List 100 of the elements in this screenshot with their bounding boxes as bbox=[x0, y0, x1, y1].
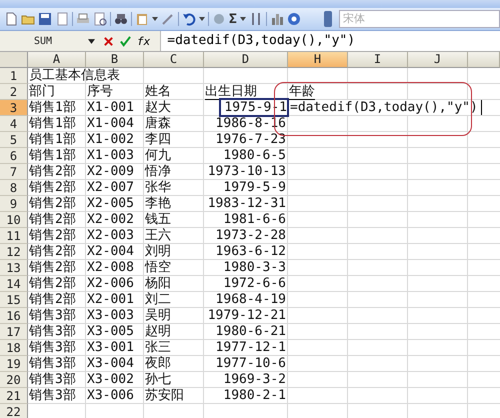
table-cell: X2-004 bbox=[87, 244, 134, 259]
table-cell: X3-006 bbox=[87, 388, 134, 403]
row-header[interactable]: 7 bbox=[0, 164, 28, 180]
row-header[interactable]: 13 bbox=[0, 260, 28, 276]
table-cell: 唐森 bbox=[145, 116, 171, 131]
table-cell: X3-003 bbox=[87, 308, 134, 323]
date-cell: 1977-12-1 bbox=[216, 340, 286, 355]
table-cell: 员工基本信息表 bbox=[29, 68, 120, 83]
table-cell: 张三 bbox=[145, 340, 171, 355]
row-header[interactable]: 6 bbox=[0, 148, 28, 164]
table-cell: 销售3部 bbox=[29, 324, 76, 339]
column-header[interactable]: B bbox=[86, 52, 144, 68]
table-cell: X2-001 bbox=[87, 292, 134, 307]
toolbar-options-icon[interactable] bbox=[324, 11, 332, 27]
row-header[interactable]: 5 bbox=[0, 132, 28, 148]
table-cell: 销售2部 bbox=[29, 212, 76, 227]
row-header[interactable]: 11 bbox=[0, 228, 28, 244]
autosum-button[interactable]: Σ bbox=[229, 12, 237, 26]
cancel-icon[interactable] bbox=[103, 36, 114, 46]
table-cell: X1-002 bbox=[87, 132, 134, 147]
date-cell: 1972-6-6 bbox=[223, 276, 286, 291]
date-cell: 1976-7-23 bbox=[216, 132, 286, 147]
column-header[interactable]: C bbox=[144, 52, 204, 68]
table-cell: 销售2部 bbox=[29, 244, 76, 259]
printer-icon[interactable] bbox=[76, 12, 90, 26]
row-header[interactable]: 1 bbox=[0, 68, 28, 84]
row-header[interactable]: 4 bbox=[0, 116, 28, 132]
row-header[interactable]: 14 bbox=[0, 276, 28, 292]
table-cell: 吴明 bbox=[145, 308, 171, 323]
table-cell: X1-001 bbox=[87, 100, 134, 115]
column-header[interactable]: D bbox=[204, 52, 288, 68]
table-cell: 序号 bbox=[87, 84, 113, 99]
name-box[interactable]: SUM bbox=[0, 36, 86, 46]
column-header[interactable]: A bbox=[28, 52, 86, 68]
table-cell: 刘明 bbox=[145, 244, 171, 259]
row-header[interactable]: 8 bbox=[0, 180, 28, 196]
row-header[interactable]: 15 bbox=[0, 292, 28, 308]
binoculars-icon[interactable] bbox=[114, 12, 128, 26]
table-cell: 销售3部 bbox=[29, 340, 76, 355]
table-cell: 夜郎 bbox=[145, 356, 171, 371]
date-cell: 1979-5-9 bbox=[223, 180, 286, 195]
table-cell: 销售2部 bbox=[29, 180, 76, 195]
date-cell: 1963-6-12 bbox=[216, 244, 286, 259]
document-icon[interactable] bbox=[4, 12, 18, 26]
column-header[interactable]: H bbox=[288, 52, 348, 68]
row-header[interactable]: 16 bbox=[0, 308, 28, 324]
caret-icon[interactable] bbox=[152, 17, 158, 21]
table-cell: X3-001 bbox=[87, 340, 134, 355]
table-cell: 销售3部 bbox=[29, 356, 76, 371]
table-cell: 销售2部 bbox=[29, 292, 76, 307]
check-icon[interactable] bbox=[120, 36, 131, 46]
date-cell: 1983-12-31 bbox=[208, 196, 286, 211]
table-cell: X2-008 bbox=[87, 260, 134, 275]
row-header[interactable]: 17 bbox=[0, 324, 28, 340]
row-header[interactable]: 18 bbox=[0, 340, 28, 356]
table-cell: 销售3部 bbox=[29, 308, 76, 323]
row-header[interactable]: 10 bbox=[0, 212, 28, 228]
caret-icon[interactable] bbox=[199, 17, 205, 21]
date-cell: 1980-6-5 bbox=[223, 148, 286, 163]
row-header[interactable]: 19 bbox=[0, 356, 28, 372]
row-header[interactable]: 21 bbox=[0, 388, 28, 404]
row-header[interactable]: 12 bbox=[0, 244, 28, 260]
row-header[interactable]: 20 bbox=[0, 372, 28, 388]
table-cell: 销售2部 bbox=[29, 164, 76, 179]
table-cell: 苏安阳 bbox=[145, 388, 184, 403]
table-cell: 悟空 bbox=[145, 260, 171, 275]
insert-function-button[interactable]: fx bbox=[137, 34, 150, 48]
date-cell: 1980-3-3 bbox=[223, 260, 286, 275]
column-header[interactable]: J bbox=[408, 52, 468, 68]
row-header[interactable]: 22 bbox=[0, 404, 28, 418]
date-cell: 1973-10-13 bbox=[208, 164, 286, 179]
table-cell: 刘二 bbox=[145, 292, 171, 307]
table-cell: 销售2部 bbox=[29, 196, 76, 211]
row-header[interactable]: 3 bbox=[0, 100, 28, 116]
undo-icon[interactable] bbox=[182, 12, 196, 26]
table-cell: 悟净 bbox=[145, 164, 171, 179]
table-cell: X2-002 bbox=[87, 212, 134, 227]
caret-icon[interactable] bbox=[240, 17, 246, 21]
table-cell: 李艳 bbox=[145, 196, 171, 211]
column-header[interactable]: I bbox=[348, 52, 408, 68]
formula-field[interactable]: =datedif(D3,today(),"y") bbox=[160, 31, 500, 51]
table-cell: X2-005 bbox=[87, 196, 134, 211]
header-cell: 出生日期 bbox=[205, 84, 257, 100]
table-cell: 何九 bbox=[145, 148, 171, 163]
date-cell: 1977-10-6 bbox=[216, 356, 286, 371]
table-cell: 销售3部 bbox=[29, 388, 76, 403]
row-header[interactable]: 9 bbox=[0, 196, 28, 212]
date-cell: 1981-6-6 bbox=[223, 212, 286, 227]
clipboard-icon[interactable] bbox=[135, 12, 149, 26]
table-cell: 销售1部 bbox=[29, 116, 76, 131]
row-header[interactable]: 2 bbox=[0, 84, 28, 100]
page-icon[interactable] bbox=[93, 12, 107, 26]
bar-chart-icon[interactable] bbox=[270, 12, 284, 26]
table-cell: X2-006 bbox=[87, 276, 134, 291]
table-cell: 销售2部 bbox=[29, 228, 76, 243]
table-cell: 钱五 bbox=[145, 212, 171, 227]
caret-icon[interactable] bbox=[88, 38, 95, 44]
table-cell: 销售2部 bbox=[29, 276, 76, 291]
date-cell: 1973-2-28 bbox=[216, 228, 286, 243]
table-cell: X2-003 bbox=[87, 228, 134, 243]
